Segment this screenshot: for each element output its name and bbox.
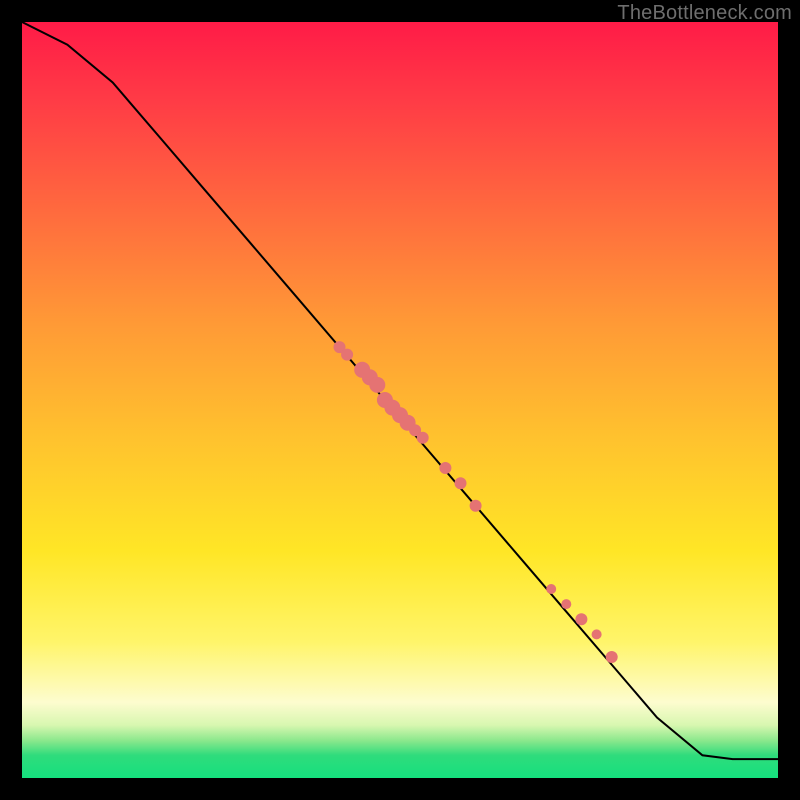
data-point bbox=[561, 599, 571, 609]
data-point bbox=[341, 349, 353, 361]
data-point bbox=[417, 432, 429, 444]
data-point bbox=[592, 629, 602, 639]
data-point bbox=[369, 377, 385, 393]
curve-path bbox=[22, 22, 778, 759]
data-point bbox=[455, 477, 467, 489]
data-point bbox=[546, 584, 556, 594]
points-group bbox=[334, 341, 618, 663]
data-point bbox=[439, 462, 451, 474]
plot-area bbox=[22, 22, 778, 778]
data-point bbox=[470, 500, 482, 512]
data-point bbox=[606, 651, 618, 663]
data-point bbox=[575, 613, 587, 625]
watermark-text: TheBottleneck.com bbox=[617, 2, 792, 25]
chart-frame: TheBottleneck.com bbox=[0, 0, 800, 800]
chart-svg bbox=[22, 22, 778, 778]
